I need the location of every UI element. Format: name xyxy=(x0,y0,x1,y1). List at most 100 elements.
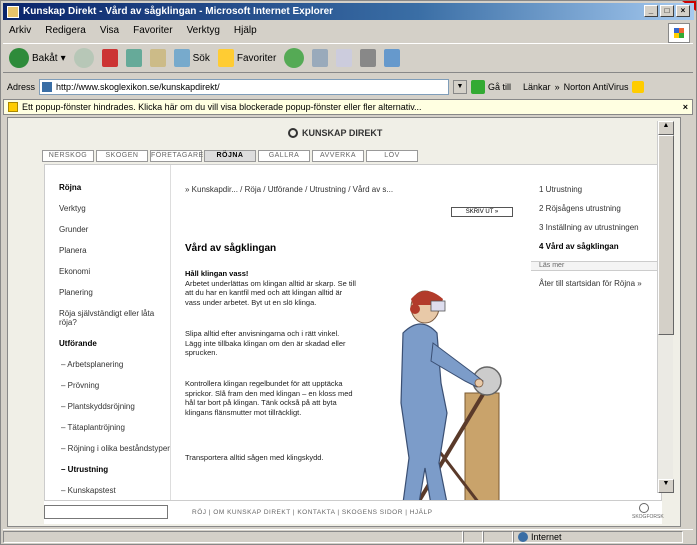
tab-lov[interactable]: LÖV xyxy=(366,150,418,162)
menu-edit[interactable]: Redigera xyxy=(45,25,86,36)
rightnav-item[interactable]: 1 Utrustning xyxy=(539,185,661,194)
globe-icon xyxy=(518,531,528,542)
leftnav-item[interactable]: Röja självständigt eller låta röja? xyxy=(59,309,170,327)
leftnav-item[interactable]: – Prövning xyxy=(59,381,170,390)
page-viewport: KUNSKAP DIREKT NERSKOG SKOGEN FÖRETAGARE… xyxy=(7,117,681,527)
site-logo[interactable]: KUNSKAP DIREKT xyxy=(288,128,382,138)
scroll-thumb[interactable] xyxy=(658,135,674,335)
site-nav-tabs: NERSKOG SKOGEN FÖRETAGARE RÖJNA GALLRA A… xyxy=(42,150,418,162)
footer-logo: SKOGFORSK xyxy=(632,503,664,521)
back-button[interactable]: Bakåt ▾ xyxy=(9,48,66,68)
leftnav-item[interactable]: Grunder xyxy=(59,225,170,234)
tab-foretagare[interactable]: FÖRETAGARE xyxy=(150,150,203,162)
favorites-button[interactable]: Favoriter xyxy=(217,49,276,67)
browser-window: Kunskap Direkt - Vård av sågklingan - Mi… xyxy=(0,0,697,545)
window-controls: _ □ × xyxy=(644,5,690,17)
page-footer: RÖJ | OM KUNSKAP DIREKT | KONTAKTA | SKO… xyxy=(44,500,664,524)
shield-icon xyxy=(8,102,18,112)
standard-toolbar: Bakåt ▾ Sök Favoriter xyxy=(3,43,693,73)
page-body: Röjna Verktyg Grunder Planera Ekonomi Pl… xyxy=(44,164,662,515)
address-bar: Adress http://www.skoglexikon.se/kunskap… xyxy=(3,77,693,97)
go-button[interactable]: Gå till xyxy=(471,80,511,94)
status-zone: Internet xyxy=(513,530,683,543)
status-progress xyxy=(463,530,483,543)
menu-file[interactable]: Arkiv xyxy=(9,25,31,36)
leftnav-item[interactable]: Utförande xyxy=(59,339,170,348)
chevron-right-icon[interactable]: » xyxy=(555,82,560,92)
menu-favorites[interactable]: Favoriter xyxy=(133,25,172,36)
history-icon[interactable] xyxy=(284,48,305,68)
address-label: Adress xyxy=(7,82,36,92)
leftnav-item[interactable]: – Kunskapstest xyxy=(59,486,170,495)
footer-links[interactable]: RÖJ | OM KUNSKAP DIREKT | KONTAKTA | SKO… xyxy=(192,509,432,516)
close-button[interactable]: × xyxy=(676,5,690,17)
star-icon xyxy=(217,49,234,67)
menu-view[interactable]: Visa xyxy=(100,25,119,36)
minimize-button[interactable]: _ xyxy=(644,5,658,17)
page-title: Vård av sågklingan xyxy=(185,243,277,254)
mail-icon[interactable] xyxy=(312,49,329,67)
left-nav: Röjna Verktyg Grunder Planera Ekonomi Pl… xyxy=(45,165,171,515)
refresh-icon[interactable] xyxy=(125,49,142,67)
breadcrumb[interactable]: » Kunskapdir... / Röja / Utförande / Utr… xyxy=(185,185,393,194)
paragraph-1-title: Håll klingan vass! xyxy=(185,269,249,278)
leftnav-item[interactable]: Planera xyxy=(59,246,170,255)
vertical-scrollbar[interactable]: ▲ ▼ xyxy=(657,121,674,493)
rightnav-separator: Läs mer xyxy=(531,261,659,271)
stop-icon[interactable] xyxy=(101,49,118,67)
search-button[interactable]: Sök xyxy=(173,49,210,67)
leftnav-item[interactable]: Verktyg xyxy=(59,204,170,213)
scroll-up-icon[interactable]: ▲ xyxy=(658,121,674,135)
menu-tools[interactable]: Verktyg xyxy=(187,25,220,36)
site-logo-text: KUNSKAP DIREKT xyxy=(302,128,383,138)
leftnav-item[interactable]: – Tätaplantröjning xyxy=(59,423,170,432)
status-lock xyxy=(483,530,513,543)
maximize-button[interactable]: □ xyxy=(660,5,674,17)
leftnav-item[interactable]: Röjna xyxy=(59,183,170,192)
print-icon[interactable] xyxy=(336,49,353,67)
rightnav-item[interactable]: 2 Röjsågens utrustning xyxy=(539,204,661,213)
tab-skogen[interactable]: SKOGEN xyxy=(96,150,148,162)
forward-arrow-icon[interactable] xyxy=(73,48,94,68)
leftnav-item[interactable]: – Utrustning xyxy=(59,465,170,474)
tab-avverka[interactable]: AVVERKA xyxy=(312,150,364,162)
paragraph-1: Håll klingan vass! Arbetet underlättas o… xyxy=(185,269,357,307)
footer-logo-text: SKOGFORSK xyxy=(632,514,664,520)
window-title: Kunskap Direkt - Vård av sågklingan - Mi… xyxy=(23,6,334,17)
home-icon[interactable] xyxy=(149,49,166,67)
paragraph-3: Kontrollera klingan regelbundet för att … xyxy=(185,379,353,417)
skogforsk-logo-icon xyxy=(639,503,649,513)
rightnav-more-link[interactable]: Åter till startsidan för Röjna » xyxy=(539,279,661,288)
rightnav-item[interactable]: 4 Vård av sågklingan xyxy=(539,242,661,251)
scroll-down-icon[interactable]: ▼ xyxy=(658,479,674,493)
norton-button[interactable]: Norton AntiVirus xyxy=(564,82,629,92)
go-arrow-icon xyxy=(471,80,486,94)
tab-roja[interactable]: RÖJNA xyxy=(204,150,256,162)
leftnav-item[interactable]: – Plantskyddsröjning xyxy=(59,402,170,411)
links-button[interactable]: Länkar xyxy=(523,82,551,92)
footer-search-input[interactable] xyxy=(44,505,168,519)
leftnav-item[interactable]: – Arbetsplanering xyxy=(59,360,170,369)
status-bar: Internet xyxy=(3,529,693,543)
paragraph-1-text: Arbetet underlättas om klingan alltid är… xyxy=(185,278,356,307)
leftnav-item[interactable]: – Röjning i olika beståndstyper xyxy=(59,444,170,453)
saw-sharpening-illustration xyxy=(400,290,502,513)
menu-bar: Arkiv Redigera Visa Favoriter Verktyg Hj… xyxy=(3,22,663,38)
rightnav-item[interactable]: 3 Inställning av utrustningen xyxy=(539,223,661,232)
leftnav-item[interactable]: Ekonomi xyxy=(59,267,170,276)
infobar-close-icon[interactable]: × xyxy=(683,102,688,112)
infobar-text: Ett popup-fönster hindrades. Klicka här … xyxy=(22,102,422,112)
title-bar[interactable]: Kunskap Direkt - Vård av sågklingan - Mi… xyxy=(3,3,694,20)
popup-info-bar[interactable]: Ett popup-fönster hindrades. Klicka här … xyxy=(3,99,693,115)
edit-icon[interactable] xyxy=(360,49,377,67)
address-input[interactable]: http://www.skoglexikon.se/kunskapdirekt/ xyxy=(39,79,450,95)
print-button[interactable]: SKRIV UT » xyxy=(451,207,513,217)
search-icon xyxy=(173,49,190,67)
menu-help[interactable]: Hjälp xyxy=(234,25,257,36)
messenger-icon[interactable] xyxy=(384,49,401,67)
leftnav-item[interactable]: Planering xyxy=(59,288,170,297)
zone-label: Internet xyxy=(531,531,562,542)
tab-gallra[interactable]: GALLRA xyxy=(258,150,310,162)
address-dropdown-icon[interactable]: ▼ xyxy=(453,80,468,94)
tab-nerskog[interactable]: NERSKOG xyxy=(42,150,94,162)
